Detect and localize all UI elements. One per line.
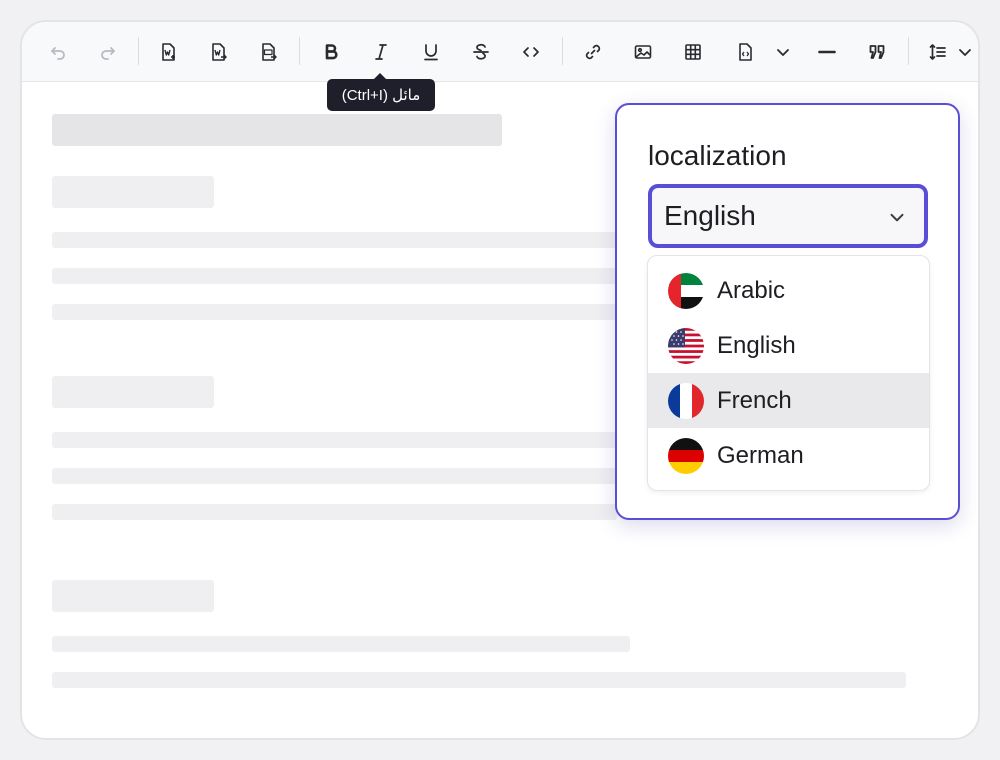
- skeleton-line: [52, 672, 906, 688]
- export-word-button[interactable]: [203, 36, 235, 68]
- table-icon: [685, 44, 701, 60]
- strikethrough-icon: [473, 43, 489, 60]
- italic-button[interactable]: [365, 36, 397, 68]
- france-flag-icon: [668, 383, 704, 419]
- usa-flag-icon: [668, 328, 704, 364]
- skeleton-line: [52, 432, 617, 448]
- tooltip-text: مائل (Ctrl+I): [341, 87, 421, 104]
- undo-button[interactable]: [42, 36, 74, 68]
- skeleton-line: [52, 468, 617, 484]
- skeleton-heading: [52, 376, 214, 408]
- template-dropdown-button[interactable]: [767, 36, 799, 68]
- horizontal-rule-icon: [818, 50, 836, 54]
- image-icon: [634, 45, 652, 59]
- language-option-label: Arabic: [717, 276, 786, 304]
- skeleton-line: [52, 636, 630, 652]
- toolbar-divider: [138, 37, 139, 65]
- toolbar-divider: [908, 37, 909, 65]
- strikethrough-button[interactable]: [465, 36, 497, 68]
- line-height-icon: [929, 44, 946, 60]
- editor-toolbar: [22, 22, 978, 82]
- chevron-down-icon: [777, 49, 789, 56]
- skeleton-line: [52, 504, 617, 520]
- language-option-label: English: [717, 331, 796, 359]
- link-icon: [585, 44, 601, 60]
- language-option-arabic[interactable]: Arabic: [648, 263, 929, 318]
- code-icon: [523, 47, 539, 57]
- export-pdf-button[interactable]: [253, 36, 285, 68]
- bold-button[interactable]: [315, 36, 347, 68]
- blockquote-button[interactable]: [861, 36, 893, 68]
- localization-popover: localization English Arabic English Fren…: [615, 103, 960, 520]
- germany-flag-icon: [668, 438, 704, 474]
- code-button[interactable]: [515, 36, 547, 68]
- link-button[interactable]: [577, 36, 609, 68]
- table-button[interactable]: [677, 36, 709, 68]
- skeleton-line: [52, 304, 617, 320]
- line-height-dropdown-button[interactable]: [949, 36, 978, 68]
- export-word-icon: [212, 43, 227, 61]
- toolbar-divider: [299, 37, 300, 65]
- import-word-icon: [162, 43, 175, 61]
- language-option-label: German: [717, 441, 804, 469]
- language-select[interactable]: English: [648, 184, 928, 248]
- insert-template-icon: [739, 43, 752, 61]
- export-pdf-icon: [262, 43, 277, 61]
- uae-flag-icon: [668, 273, 704, 309]
- language-option-label: French: [717, 386, 792, 414]
- skeleton-line: [52, 268, 617, 284]
- toolbar-divider: [562, 37, 563, 65]
- chevron-down-icon: [959, 49, 971, 56]
- undo-icon: [51, 47, 65, 60]
- skeleton-heading: [52, 580, 214, 612]
- horizontal-rule-button[interactable]: [811, 36, 843, 68]
- blockquote-icon: [869, 45, 885, 59]
- skeleton-line: [52, 232, 617, 248]
- language-option-english[interactable]: English: [648, 318, 929, 373]
- localization-label: localization: [648, 140, 787, 171]
- chevron-down-icon: [890, 213, 904, 222]
- language-dropdown-menu: Arabic English French German: [647, 255, 930, 491]
- language-option-german[interactable]: German: [648, 428, 929, 483]
- language-select-value: English: [664, 200, 756, 231]
- bold-icon: [325, 44, 338, 60]
- underline-icon: [424, 44, 438, 61]
- underline-button[interactable]: [415, 36, 447, 68]
- skeleton-heading: [52, 176, 214, 208]
- redo-button[interactable]: [92, 36, 124, 68]
- insert-template-button[interactable]: [730, 36, 762, 68]
- italic-icon: [375, 44, 387, 60]
- redo-icon: [101, 47, 115, 60]
- image-button[interactable]: [627, 36, 659, 68]
- italic-tooltip: مائل (Ctrl+I): [327, 73, 435, 111]
- import-word-button[interactable]: [153, 36, 185, 68]
- skeleton-title: [52, 114, 502, 146]
- language-option-french[interactable]: French: [648, 373, 929, 428]
